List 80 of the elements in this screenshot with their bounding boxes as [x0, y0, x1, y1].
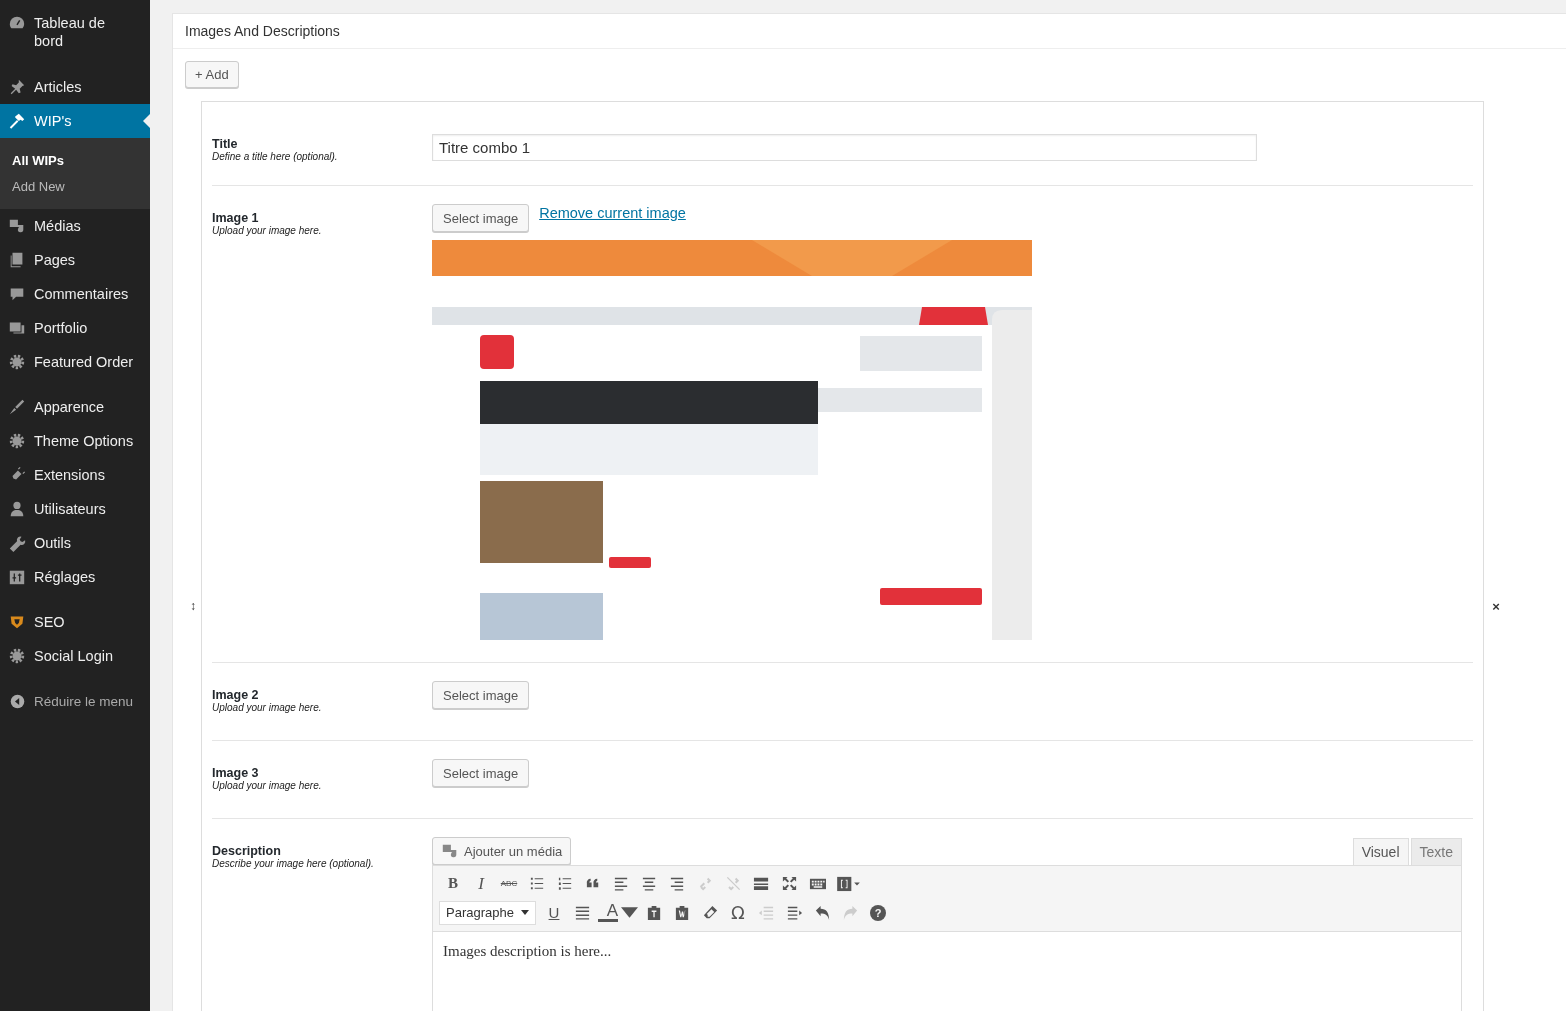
add-media-button[interactable]: Ajouter un média [432, 837, 572, 865]
menu-item[interactable]: Theme Options [0, 424, 150, 458]
submenu-item[interactable]: Add New [0, 174, 150, 200]
indent-icon [785, 904, 803, 921]
field-hint: Upload your image here. [212, 780, 323, 792]
menu-item[interactable]: Réglages [0, 560, 150, 594]
menu-item[interactable]: Articles [0, 70, 150, 104]
menu-item[interactable]: Portfolio [0, 311, 150, 345]
remove-button[interactable]: × [1492, 599, 1500, 613]
field-label: Image 1 [212, 211, 260, 225]
undo-icon [813, 904, 831, 921]
redo-icon [841, 904, 859, 921]
special-character-button[interactable]: Ω [724, 899, 752, 926]
text-color-button[interactable]: A [596, 899, 640, 926]
justify-icon [573, 904, 591, 921]
menu-item[interactable]: Outils [0, 526, 150, 560]
field-hint: Define a title here (optional). [212, 151, 339, 163]
menu-item[interactable]: Pages [0, 243, 150, 277]
italic-button[interactable]: I [467, 870, 495, 897]
caret-icon [521, 910, 529, 915]
collapse-menu-link[interactable]: Réduire le menu [34, 693, 134, 709]
caret-icon [621, 904, 639, 921]
select-image-button[interactable]: Select image [432, 204, 530, 232]
collapse-icon[interactable] [9, 692, 26, 710]
align-right-icon [668, 875, 686, 892]
submenu-item[interactable]: All WIPs [0, 148, 150, 174]
menu-item[interactable]: Commentaires [0, 277, 150, 311]
menu-item[interactable]: Extensions [0, 458, 150, 492]
shortcode-icon [836, 875, 861, 892]
add-button[interactable]: + Add [185, 61, 239, 88]
sliders-icon [8, 568, 26, 586]
outdent-icon [757, 904, 775, 921]
clipboard-icon [673, 904, 691, 921]
numbered-list-icon [556, 875, 574, 892]
field-hint: Upload your image here. [212, 702, 323, 714]
help-button[interactable]: ? [864, 899, 892, 926]
panel-title: Images And Descriptions [173, 14, 1566, 49]
field-label: Image 2 [212, 688, 260, 702]
menu-item[interactable]: Médias [0, 209, 150, 243]
bullet-list-icon [528, 875, 546, 892]
fullscreen-icon [780, 875, 798, 892]
gear-icon [8, 432, 26, 450]
page-break-icon [752, 875, 770, 892]
align-center-icon [640, 875, 658, 892]
menu-item[interactable]: SEO [0, 605, 150, 639]
menu-item[interactable]: Featured Order [0, 345, 150, 379]
media-icon [441, 842, 459, 860]
remove-image-link[interactable]: Remove current image [539, 205, 686, 221]
clipboard-icon [645, 904, 663, 921]
field-label: Title [212, 137, 239, 151]
wrench-icon [8, 534, 26, 552]
select-image-button[interactable]: Select image [432, 759, 530, 787]
menu-item[interactable]: Apparence [0, 390, 150, 424]
pin-icon [8, 78, 26, 96]
menu-item[interactable]: Utilisateurs [0, 492, 150, 526]
field-label: Description [212, 844, 282, 858]
bold-button[interactable]: B [439, 870, 467, 897]
user-icon [8, 500, 26, 518]
eraser-icon [701, 904, 719, 921]
format-select[interactable]: Paragraphe [439, 900, 536, 925]
strikethrough-button[interactable]: ABC [495, 870, 523, 897]
menu-item[interactable]: Social Login [0, 639, 150, 673]
move-handle[interactable]: ↕ [190, 599, 196, 613]
field-hint: Describe your image here (optional). [212, 858, 375, 870]
editor-tab[interactable]: Visuel [1352, 838, 1409, 865]
brush-icon [8, 398, 26, 416]
title-input[interactable]: Titre combo 1 [432, 134, 1257, 161]
gear-icon [8, 647, 26, 665]
field-label: Image 3 [212, 766, 260, 780]
align-left-icon [612, 875, 630, 892]
field-hint: Upload your image here. [212, 225, 323, 237]
hammer-icon [8, 112, 26, 130]
underline-button[interactable]: U [540, 899, 568, 926]
media-icon [8, 217, 26, 235]
menu-item[interactable]: WIP's [0, 104, 150, 138]
unlink-icon [724, 875, 742, 892]
editor-tab[interactable]: Texte [1410, 838, 1462, 865]
menu-item[interactable]: Tableau de bord [0, 0, 150, 59]
select-image-button[interactable]: Select image [432, 681, 530, 709]
gear-icon [8, 353, 26, 371]
